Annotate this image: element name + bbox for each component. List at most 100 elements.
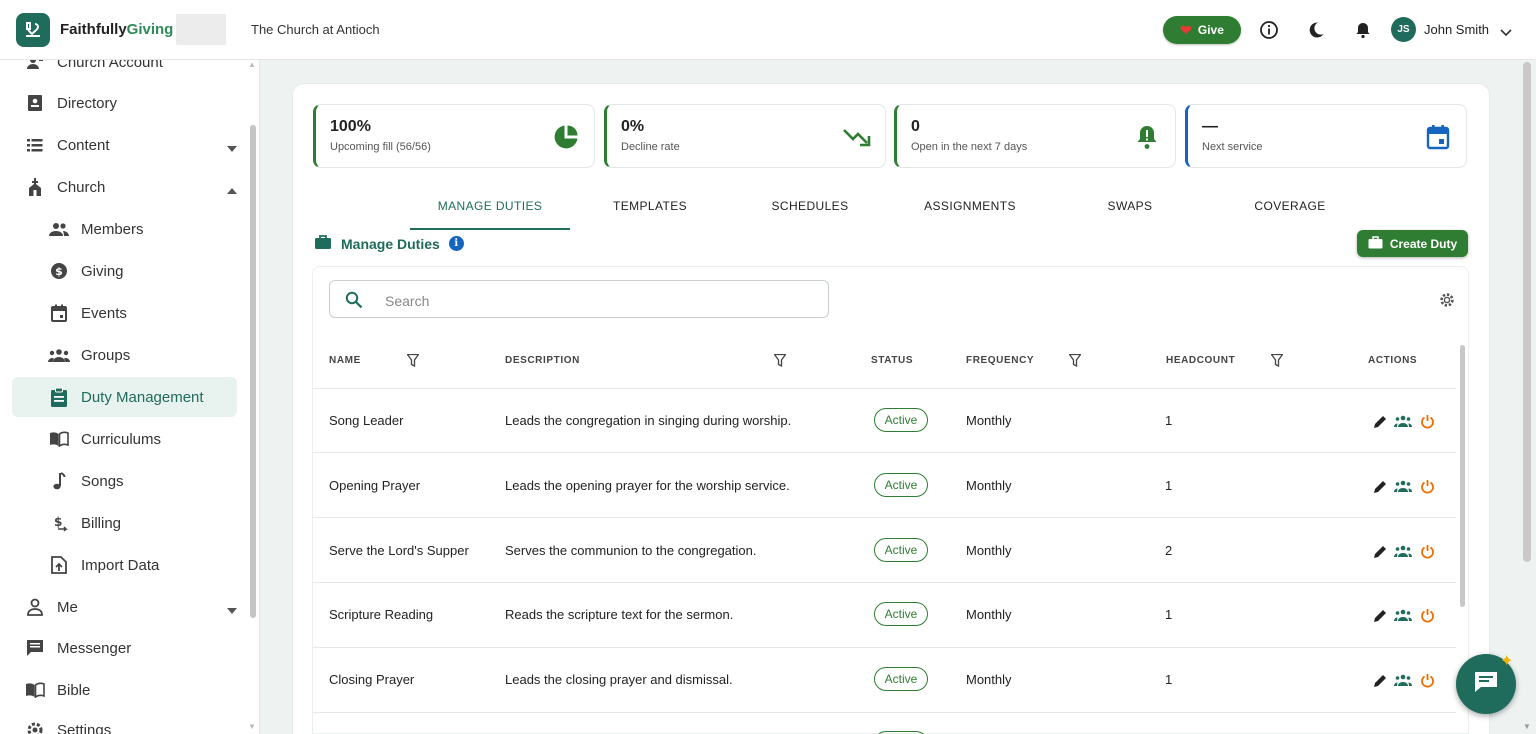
cell-headcount: 1 <box>1165 478 1173 493</box>
sidebar-item-duty-management[interactable]: Duty Management <box>12 377 237 417</box>
heart-icon: ❤ <box>1180 22 1192 38</box>
sidebar-item-directory[interactable]: Directory <box>12 83 237 123</box>
give-button[interactable]: ❤ Give <box>1163 16 1241 44</box>
filter-icon[interactable] <box>1068 353 1082 372</box>
row-divider <box>313 582 1456 583</box>
deactivate-power-icon[interactable] <box>1418 542 1436 560</box>
chevron-down-icon[interactable] <box>1500 24 1512 42</box>
column-header-description[interactable]: DESCRIPTION <box>505 355 580 366</box>
top-bar: FaithfullyGiving The Church at Antioch ❤… <box>0 0 1536 60</box>
sidebar-item-giving[interactable]: $ Giving <box>12 251 237 291</box>
deactivate-power-icon[interactable] <box>1418 671 1436 689</box>
row-divider <box>313 647 1456 648</box>
page-scrollbar[interactable] <box>1523 62 1531 562</box>
filter-icon[interactable] <box>773 353 787 372</box>
logo-icon[interactable] <box>16 13 50 47</box>
sidebar-item-import-data[interactable]: Import Data <box>12 545 237 585</box>
active-tab-indicator <box>410 228 570 230</box>
tab-assignments[interactable]: ASSIGNMENTS <box>890 199 1050 213</box>
caret-down-icon <box>227 601 237 619</box>
sidebar-item-me[interactable]: Me <box>12 587 237 627</box>
edit-pencil-icon[interactable] <box>1371 412 1389 430</box>
assign-people-icon[interactable] <box>1394 606 1412 624</box>
bell-alert-icon <box>1133 123 1161 151</box>
tab-templates[interactable]: TEMPLATES <box>570 199 730 213</box>
status-badge: Active <box>874 667 928 691</box>
header-divider <box>313 388 1456 389</box>
deactivate-power-icon[interactable] <box>1418 477 1436 495</box>
stat-card-decline-rate: 0% Decline rate <box>604 104 886 168</box>
column-header-headcount[interactable]: HEADCOUNT <box>1166 355 1235 366</box>
edit-pencil-icon[interactable] <box>1371 542 1389 560</box>
page-scroll-down-arrow[interactable]: ▼ <box>1523 722 1531 731</box>
sidebar-item-curriculums[interactable]: Curriculums <box>12 419 237 459</box>
sidebar-item-members[interactable]: Members <box>12 209 237 249</box>
sidebar-item-content[interactable]: Content <box>12 125 237 165</box>
user-avatar[interactable]: JS <box>1391 17 1416 42</box>
filter-icon[interactable] <box>1270 353 1284 372</box>
cell-description: Leads the congregation in singing during… <box>505 413 792 428</box>
info-icon[interactable]: i <box>448 236 464 251</box>
column-header-name[interactable]: NAME <box>329 355 361 366</box>
table-settings-gear-icon[interactable] <box>1439 292 1455 313</box>
caret-up-icon <box>227 181 237 199</box>
assign-people-icon[interactable] <box>1394 412 1412 430</box>
row-divider <box>313 452 1456 453</box>
user-name[interactable]: John Smith <box>1424 22 1489 37</box>
cell-name: Serve the Lord's Supper <box>329 543 469 558</box>
notifications-bell-icon[interactable] <box>1352 19 1374 41</box>
sidebar-scroll-down-arrow[interactable]: ▼ <box>248 722 256 731</box>
cell-frequency: Monthly <box>966 607 1012 622</box>
sidebar-item-groups[interactable]: Groups <box>12 335 237 375</box>
sidebar-item-events[interactable]: Events <box>12 293 237 333</box>
sidebar-scrollbar[interactable] <box>250 125 256 618</box>
tab-manage-duties[interactable]: MANAGE DUTIES <box>410 199 570 213</box>
trending-down-icon <box>843 123 871 151</box>
chat-icon <box>1473 670 1499 699</box>
tab-swaps[interactable]: SWAPS <box>1050 199 1210 213</box>
column-header-frequency[interactable]: FREQUENCY <box>966 355 1034 366</box>
sidebar-item-messenger[interactable]: Messenger <box>12 628 237 668</box>
info-icon[interactable] <box>1258 19 1280 41</box>
status-badge: Active <box>874 602 928 626</box>
cell-headcount: 1 <box>1165 413 1173 428</box>
caret-down-icon <box>227 139 237 157</box>
bible-icon <box>24 679 46 701</box>
cell-frequency: Monthly <box>966 413 1012 428</box>
status-badge: Active <box>874 408 928 432</box>
search-input[interactable]: Search <box>329 280 829 318</box>
tab-schedules[interactable]: SCHEDULES <box>730 199 890 213</box>
edit-pencil-icon[interactable] <box>1371 671 1389 689</box>
cell-name: Song Leader <box>329 413 404 428</box>
table-scrollbar[interactable] <box>1460 345 1465 607</box>
dollar-icon: $ <box>48 260 70 282</box>
assign-people-icon[interactable] <box>1394 671 1412 689</box>
create-duty-button[interactable]: Create Duty <box>1357 230 1468 257</box>
assign-people-icon[interactable] <box>1394 542 1412 560</box>
dark-mode-icon[interactable] <box>1305 19 1327 41</box>
assign-people-icon[interactable] <box>1394 477 1412 495</box>
column-header-status[interactable]: STATUS <box>871 355 913 366</box>
sidebar-scroll-up-arrow[interactable]: ▲ <box>248 60 256 69</box>
cell-headcount: 1 <box>1165 672 1173 687</box>
sidebar-item-bible[interactable]: Bible <box>12 670 237 710</box>
cell-name: Scripture Reading <box>329 607 434 622</box>
tab-coverage[interactable]: COVERAGE <box>1210 199 1370 213</box>
stat-card-open-next-7-days: 0 Open in the next 7 days <box>894 104 1176 168</box>
cell-description: Leads the closing prayer and dismissal. <box>505 672 733 687</box>
edit-pencil-icon[interactable] <box>1371 477 1389 495</box>
deactivate-power-icon[interactable] <box>1418 412 1436 430</box>
sidebar-item-church[interactable]: Church <box>12 167 237 207</box>
deactivate-power-icon[interactable] <box>1418 606 1436 624</box>
sidebar-item-church-account[interactable]: Church Account <box>12 60 237 82</box>
cell-description: Serves the communion to the congregation… <box>505 543 757 558</box>
sidebar-item-songs[interactable]: Songs <box>12 461 237 501</box>
book-icon <box>48 428 70 450</box>
sidebar-item-settings[interactable]: Settings <box>12 710 237 734</box>
section-header: Manage Duties i <box>314 234 464 253</box>
filter-icon[interactable] <box>406 353 420 372</box>
sidebar: Church Account Directory Content Church … <box>0 60 260 734</box>
church-icon <box>24 176 46 198</box>
sidebar-item-billing[interactable]: $ Billing <box>12 503 237 543</box>
edit-pencil-icon[interactable] <box>1371 606 1389 624</box>
